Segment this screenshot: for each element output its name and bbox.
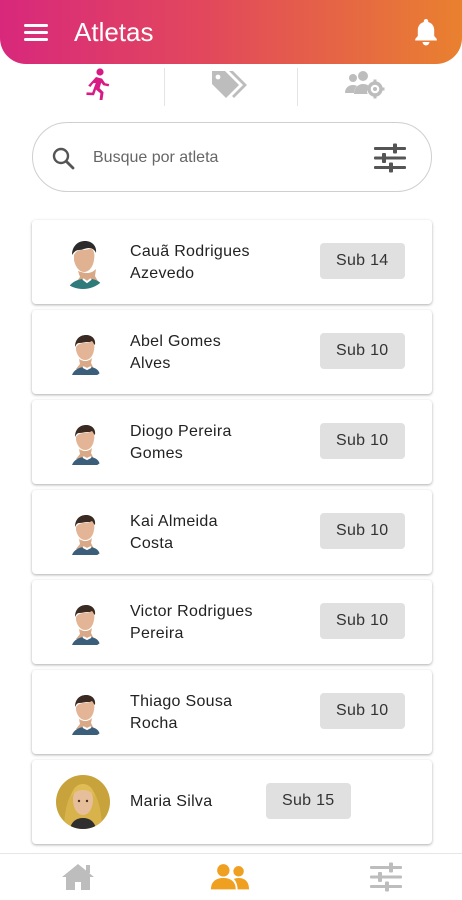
category-badge: Sub 10 [320, 693, 405, 729]
tags-icon [212, 71, 247, 98]
search-bar [32, 122, 432, 192]
avatar [56, 235, 110, 289]
category-badge: Sub 10 [320, 513, 405, 549]
sliders-icon [374, 143, 406, 173]
home-icon [62, 864, 94, 890]
athlete-name: Diogo Pereira Gomes [130, 423, 232, 462]
nav-settings[interactable] [366, 860, 406, 894]
bell-icon[interactable] [410, 16, 442, 48]
athlete-name: Cauã Rodrigues Azevedo [130, 243, 250, 282]
filter-button[interactable] [373, 143, 407, 173]
tab-athletes[interactable] [30, 64, 164, 104]
tab-tags[interactable] [165, 64, 297, 104]
category-badge: Sub 10 [320, 603, 405, 639]
category-badge: Sub 15 [266, 783, 351, 819]
users-icon [210, 864, 250, 890]
app-bar: Atletas [0, 0, 462, 64]
avatar [56, 325, 110, 379]
category-badge: Sub 10 [320, 423, 405, 459]
nav-athletes[interactable] [210, 860, 250, 894]
athlete-card[interactable]: Abel Gomes Alves Sub 10 [32, 310, 432, 394]
athlete-name: Thiago Sousa Rocha [130, 693, 233, 732]
athlete-name: Kai Almeida Costa [130, 513, 218, 552]
menu-icon[interactable] [24, 22, 50, 42]
search-input[interactable] [93, 143, 363, 173]
search-icon [52, 147, 75, 170]
athlete-card[interactable]: Maria Silva Sub 15 [32, 760, 432, 844]
avatar [56, 685, 110, 739]
users-cog-icon [345, 71, 385, 99]
avatar [56, 595, 110, 649]
bottom-nav [0, 853, 462, 900]
avatar [56, 505, 110, 559]
athlete-card[interactable]: Kai Almeida Costa Sub 10 [32, 490, 432, 574]
category-badge: Sub 14 [320, 243, 405, 279]
page-title: Atletas [74, 17, 154, 47]
athlete-card[interactable]: Diogo Pereira Gomes Sub 10 [32, 400, 432, 484]
athlete-name: Abel Gomes Alves [130, 333, 222, 372]
sliders-icon [370, 862, 402, 892]
avatar [56, 415, 110, 469]
running-icon [86, 68, 110, 100]
tab-team-settings[interactable] [298, 64, 432, 104]
tab-bar [0, 64, 462, 106]
athlete-name: Victor Rodrigues Pereira [130, 603, 253, 642]
athlete-card[interactable]: Thiago Sousa Rocha Sub 10 [32, 670, 432, 754]
athlete-card[interactable]: Cauã Rodrigues Azevedo Sub 14 [32, 220, 432, 304]
nav-home[interactable] [58, 860, 98, 894]
avatar [56, 775, 110, 829]
athlete-card[interactable]: Victor Rodrigues Pereira Sub 10 [32, 580, 432, 664]
category-badge: Sub 10 [320, 333, 405, 369]
